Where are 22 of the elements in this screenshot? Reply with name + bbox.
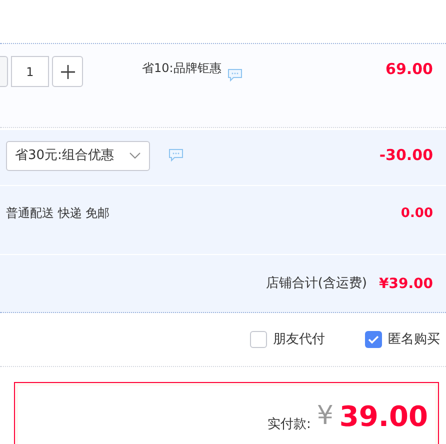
comment-icon[interactable] <box>168 148 184 162</box>
item-price: 69.00 <box>386 59 433 80</box>
checkbox[interactable] <box>250 331 267 348</box>
store-total-label: 店铺合计(含运费) <box>266 275 367 293</box>
checkmark-icon <box>368 335 379 344</box>
checkbox[interactable] <box>365 331 382 348</box>
shipping-method: 普通配送 快递 免邮 <box>6 205 110 222</box>
increase-button[interactable] <box>52 56 83 87</box>
checkbox-label: 匿名购买 <box>388 330 440 349</box>
payment-label: 实付款: <box>267 416 311 434</box>
quantity-field[interactable]: 1 <box>11 56 49 87</box>
plus-icon <box>60 64 74 78</box>
payment-amount: 39.00 <box>339 403 428 431</box>
store-total-amount: ¥39.00 <box>378 275 433 294</box>
chevron-down-icon <box>129 152 141 160</box>
promotion-dropdown[interactable]: 省30元:组合优惠 <box>6 140 150 170</box>
promotion-text: 省10:品牌钜惠 <box>142 60 222 77</box>
currency-symbol: ¥ <box>316 403 334 429</box>
discount-amount: -30.00 <box>379 145 433 166</box>
comment-icon[interactable] <box>227 68 244 82</box>
shipping-amount: 0.00 <box>400 205 433 223</box>
checkbox-label: 朋友代付 <box>273 330 325 349</box>
